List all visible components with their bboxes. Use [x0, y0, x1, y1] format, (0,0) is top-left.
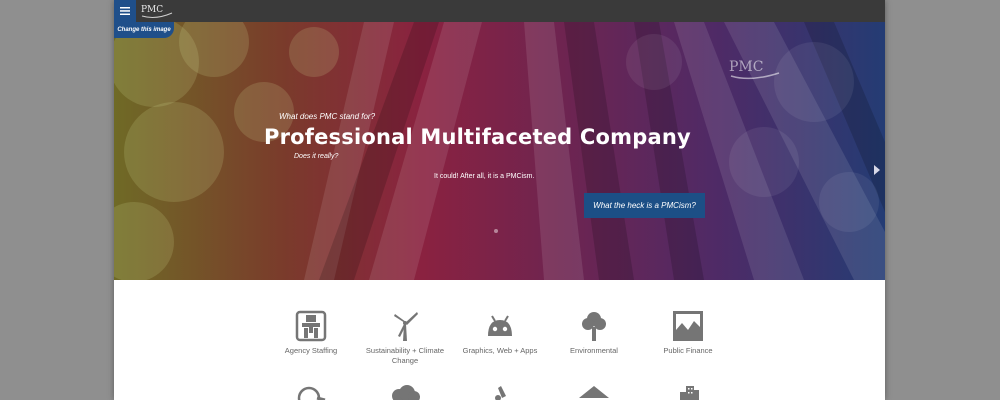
top-bar: PMC	[114, 0, 885, 22]
service-environmental[interactable]: Environmental	[544, 310, 644, 356]
change-image-button[interactable]: Change this image	[114, 22, 174, 38]
cloud-icon[interactable]	[389, 384, 421, 400]
pmc-logo-watermark: PMC	[729, 59, 780, 80]
services-section: Agency Staffing Sustainability + Climate…	[114, 280, 885, 400]
hero-banner: PMC What does PMC stand for? Professiona…	[114, 22, 885, 280]
microscope-icon[interactable]	[484, 384, 516, 400]
tree-icon	[582, 312, 606, 341]
android-icon	[488, 315, 512, 336]
hamburger-icon	[120, 7, 130, 15]
pmcism-button[interactable]: What the heck is a PMCism?	[584, 193, 705, 218]
svg-text:PMC: PMC	[141, 5, 163, 15]
chart-image-icon	[673, 311, 703, 341]
magnifier-icon[interactable]	[295, 384, 327, 400]
wind-turbine-icon	[394, 312, 418, 341]
slide-dot-1[interactable]	[494, 229, 498, 233]
service-agency-staffing[interactable]: Agency Staffing	[261, 310, 361, 356]
menu-button[interactable]	[114, 0, 136, 22]
svg-text:PMC: PMC	[729, 59, 763, 75]
hero-tagline: It could! After all, it is a PMCism.	[434, 173, 535, 180]
hero-subquestion: Does it really?	[294, 153, 339, 160]
service-label: Public Finance	[663, 346, 713, 355]
agency-staffing-icon	[295, 310, 327, 342]
slide-indicator	[494, 229, 498, 233]
service-label: Agency Staffing	[284, 346, 338, 355]
service-public-finance[interactable]: Public Finance	[638, 310, 738, 356]
pmc-logo[interactable]: PMC	[140, 2, 176, 20]
service-graphics-web-apps[interactable]: Graphics, Web + Apps	[450, 310, 550, 356]
hero-title: Professional Multifaceted Company	[264, 125, 691, 149]
browser-frame: PMC What does PMC stand for? Professiona…	[114, 0, 885, 400]
service-sustainability[interactable]: Sustainability + Climate Change	[355, 310, 455, 366]
chevron-right-icon[interactable]	[874, 165, 880, 175]
service-label: Graphics, Web + Apps	[462, 346, 538, 355]
hero-question: What does PMC stand for?	[279, 112, 376, 121]
service-label: Environmental	[570, 346, 618, 355]
house-icon[interactable]	[578, 384, 610, 400]
buildings-icon[interactable]	[672, 384, 704, 400]
service-label: Sustainability + Climate Change	[365, 346, 445, 365]
